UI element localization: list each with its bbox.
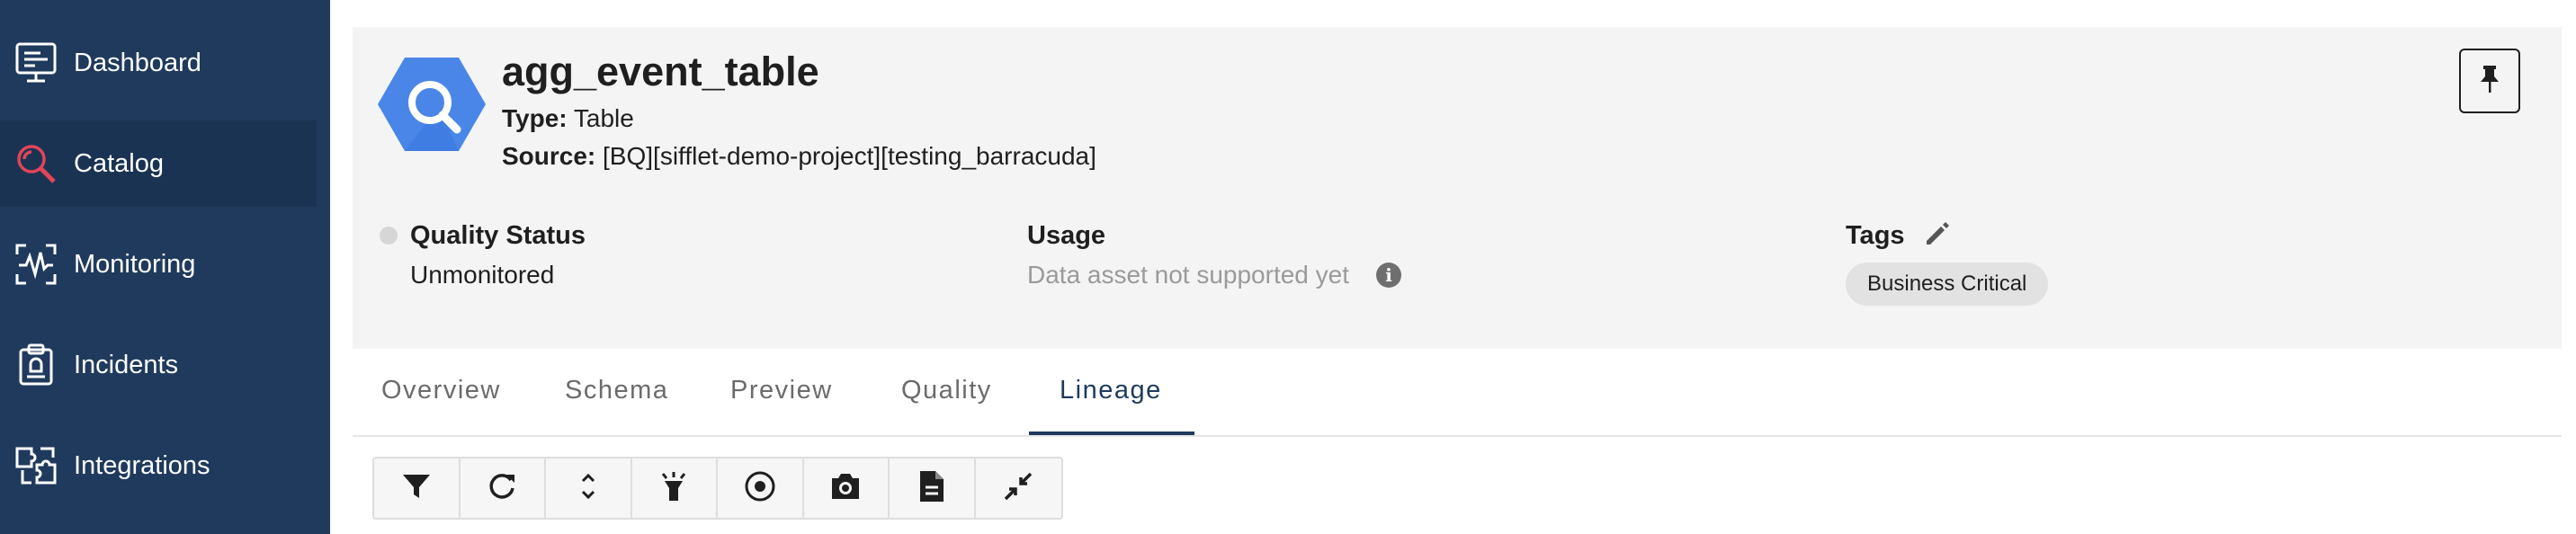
catalog-search-icon [13, 140, 59, 187]
quality-status-label: Quality Status [410, 221, 586, 250]
refresh-button[interactable] [461, 458, 546, 518]
screenshot-button[interactable] [804, 458, 890, 518]
edit-tags-icon[interactable] [1923, 219, 1952, 248]
type-label: Type: [502, 104, 568, 132]
asset-title: agg_event_table [502, 49, 819, 94]
asset-type: Type: Table [502, 104, 634, 133]
tag-chip[interactable]: Business Critical [1846, 263, 2049, 306]
incidents-icon [13, 342, 59, 388]
quality-status-value: Unmonitored [410, 261, 555, 289]
highlight-button[interactable] [632, 458, 718, 518]
expand-collapse-button[interactable] [546, 458, 632, 518]
sidebar-item-catalog[interactable]: Catalog [0, 120, 317, 207]
sidebar: Dashboard Catalog Monitoring Incidents I… [0, 0, 330, 534]
sidebar-item-dashboard[interactable]: Dashboard [0, 20, 317, 106]
sidebar-item-label: Catalog [74, 148, 164, 178]
sidebar-item-label: Dashboard [74, 48, 201, 77]
active-tab-indicator [1029, 432, 1194, 435]
pin-button[interactable] [2459, 49, 2520, 113]
usage-value: Data asset not supported yet [1027, 261, 1349, 289]
collapse-arrows-button[interactable] [976, 458, 1061, 518]
tab-overview[interactable]: Overview [381, 376, 501, 405]
info-icon[interactable]: i [1376, 263, 1401, 288]
document-icon [917, 469, 946, 508]
asset-tabs: Overview Schema Preview Quality Lineage [353, 360, 2562, 437]
export-document-button[interactable] [890, 458, 976, 518]
tab-preview[interactable]: Preview [730, 376, 833, 405]
asset-header: agg_event_table Type: Table Source: [BQ]… [353, 27, 2562, 349]
sidebar-item-monitoring[interactable]: Monitoring [0, 221, 317, 307]
dashboard-icon [13, 40, 59, 86]
source-value: [BQ][sifflet-demo-project][testing_barra… [603, 142, 1096, 170]
tab-lineage[interactable]: Lineage [1060, 376, 1162, 405]
tab-schema[interactable]: Schema [565, 376, 668, 405]
sidebar-item-label: Monitoring [74, 249, 196, 279]
sidebar-item-integrations[interactable]: Integrations [0, 423, 317, 509]
sidebar-item-label: Integrations [74, 450, 210, 480]
filter-icon [401, 471, 432, 506]
lineage-toolbar [372, 457, 1063, 520]
tab-quality[interactable]: Quality [901, 376, 992, 405]
pin-icon [2478, 64, 2501, 99]
quality-status-dot [380, 227, 398, 245]
expand-collapse-icon [573, 471, 604, 506]
source-label: Source: [502, 142, 596, 170]
sidebar-item-label: Incidents [74, 350, 179, 379]
filter-button[interactable] [374, 458, 461, 518]
refresh-icon [487, 471, 517, 506]
monitoring-icon [13, 241, 59, 288]
type-value: Table [573, 104, 634, 132]
focus-button[interactable] [718, 458, 804, 518]
bigquery-logo-icon [378, 56, 486, 153]
highlight-icon [657, 470, 690, 507]
focus-icon [744, 470, 776, 507]
camera-icon [828, 471, 863, 506]
integrations-icon [13, 442, 59, 489]
usage-label: Usage [1027, 221, 1106, 250]
tags-label: Tags [1846, 221, 1905, 250]
asset-source: Source: [BQ][sifflet-demo-project][testi… [502, 142, 1096, 171]
collapse-arrows-icon [1002, 470, 1034, 507]
sidebar-item-incidents[interactable]: Incidents [0, 322, 317, 408]
